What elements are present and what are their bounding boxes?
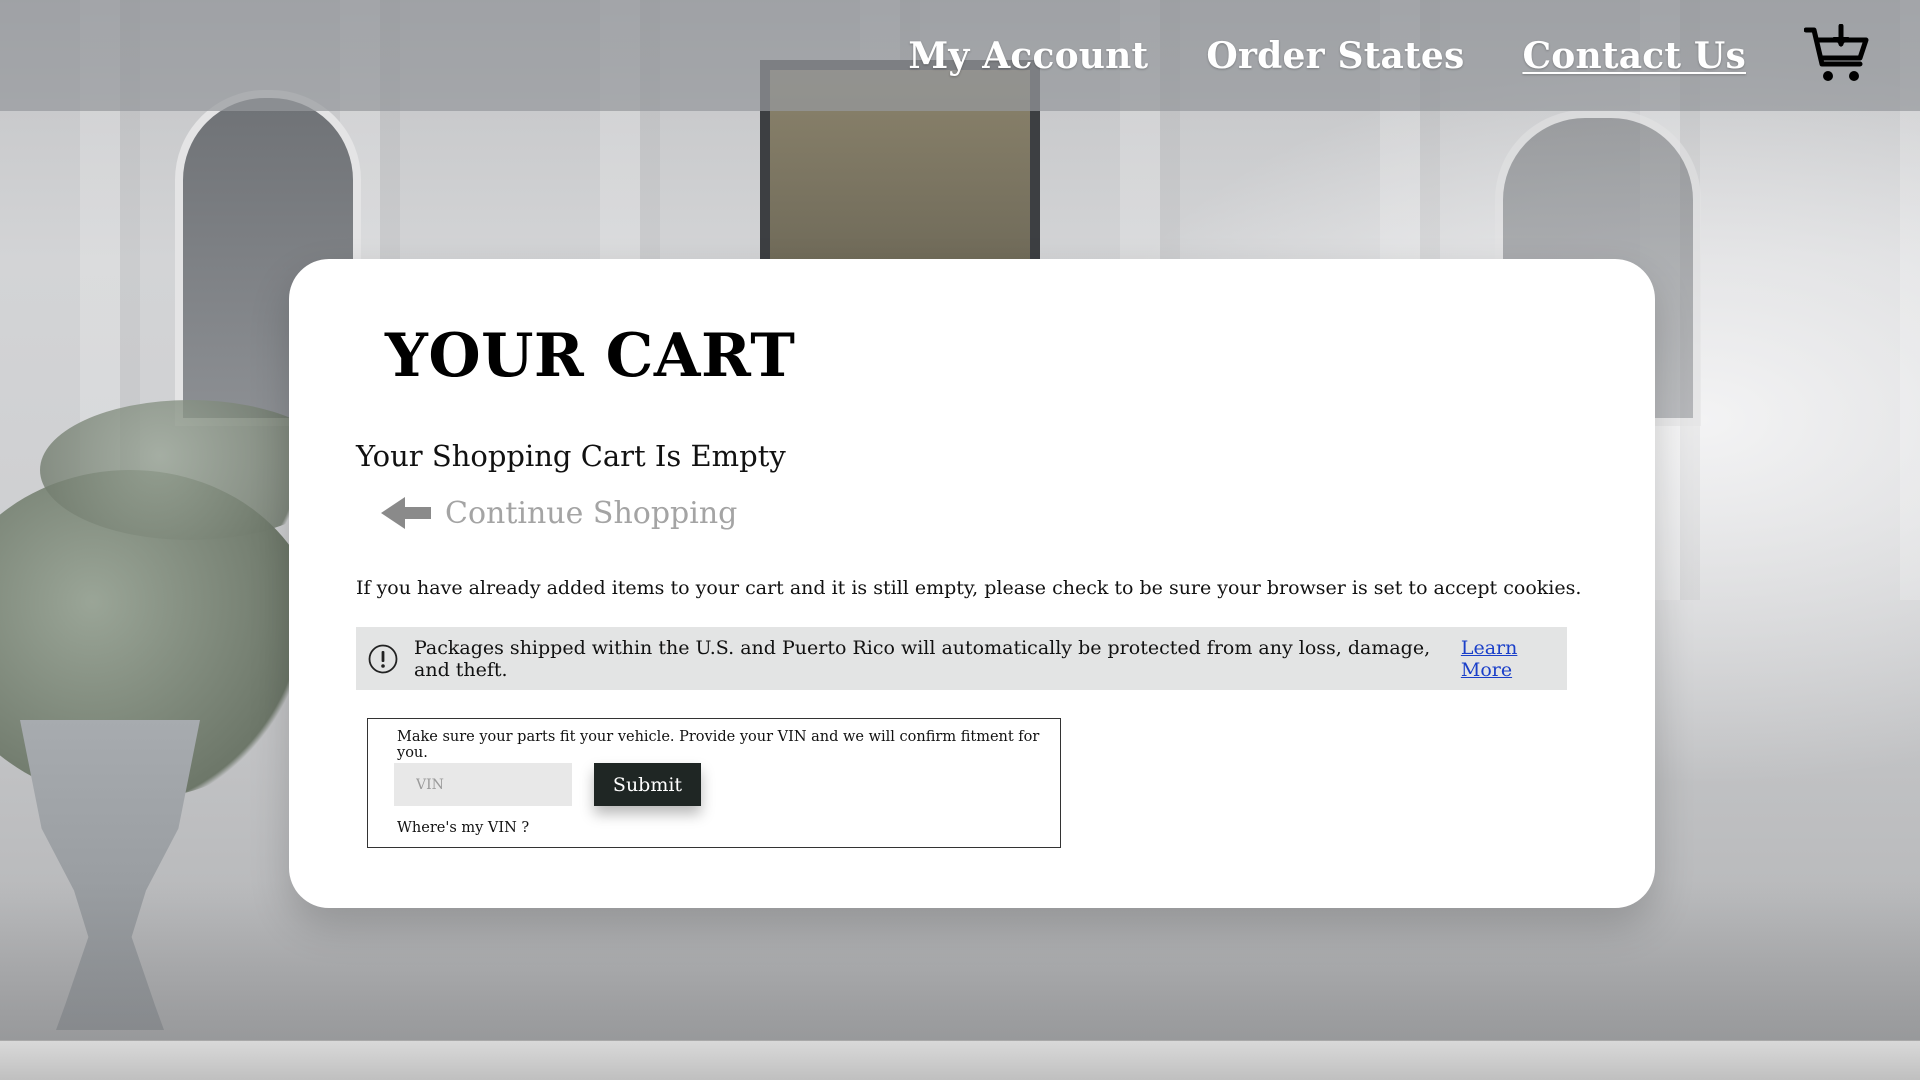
nav-my-account[interactable]: My Account [908, 35, 1148, 77]
main-nav: My Account Order States Contact Us [908, 0, 1920, 111]
page: My Account Order States Contact Us YOUR … [0, 0, 1920, 1080]
empty-cart-message: Your Shopping Cart Is Empty [356, 439, 786, 473]
notice-text: Packages shipped within the U.S. and Pue… [414, 636, 1431, 681]
shipping-protection-notice: Packages shipped within the U.S. and Pue… [356, 627, 1567, 690]
learn-more-link[interactable]: Learn More [1461, 637, 1567, 681]
nav-order-states[interactable]: Order States [1206, 35, 1464, 77]
shopping-cart-icon[interactable] [1804, 23, 1870, 84]
vin-input[interactable] [394, 763, 572, 806]
footer-bar [0, 1040, 1920, 1080]
continue-shopping-label: Continue Shopping [445, 495, 738, 531]
vin-check-box: Make sure your parts fit your vehicle. P… [367, 718, 1061, 848]
wheres-my-vin-link[interactable]: Where's my VIN ? [397, 820, 529, 836]
site-header: My Account Order States Contact Us [0, 0, 1920, 111]
page-title: YOUR CART [385, 321, 796, 391]
cart-card: YOUR CART Your Shopping Cart Is Empty Co… [289, 259, 1655, 908]
arrow-left-icon [381, 497, 431, 529]
nav-contact-us[interactable]: Contact Us [1522, 35, 1746, 77]
submit-button[interactable]: Submit [594, 763, 701, 806]
exclamation-circle-icon [368, 644, 398, 673]
continue-shopping-link[interactable]: Continue Shopping [381, 495, 737, 531]
vin-hint: Make sure your parts fit your vehicle. P… [397, 729, 1040, 761]
cookie-note: If you have already added items to your … [356, 577, 1582, 599]
